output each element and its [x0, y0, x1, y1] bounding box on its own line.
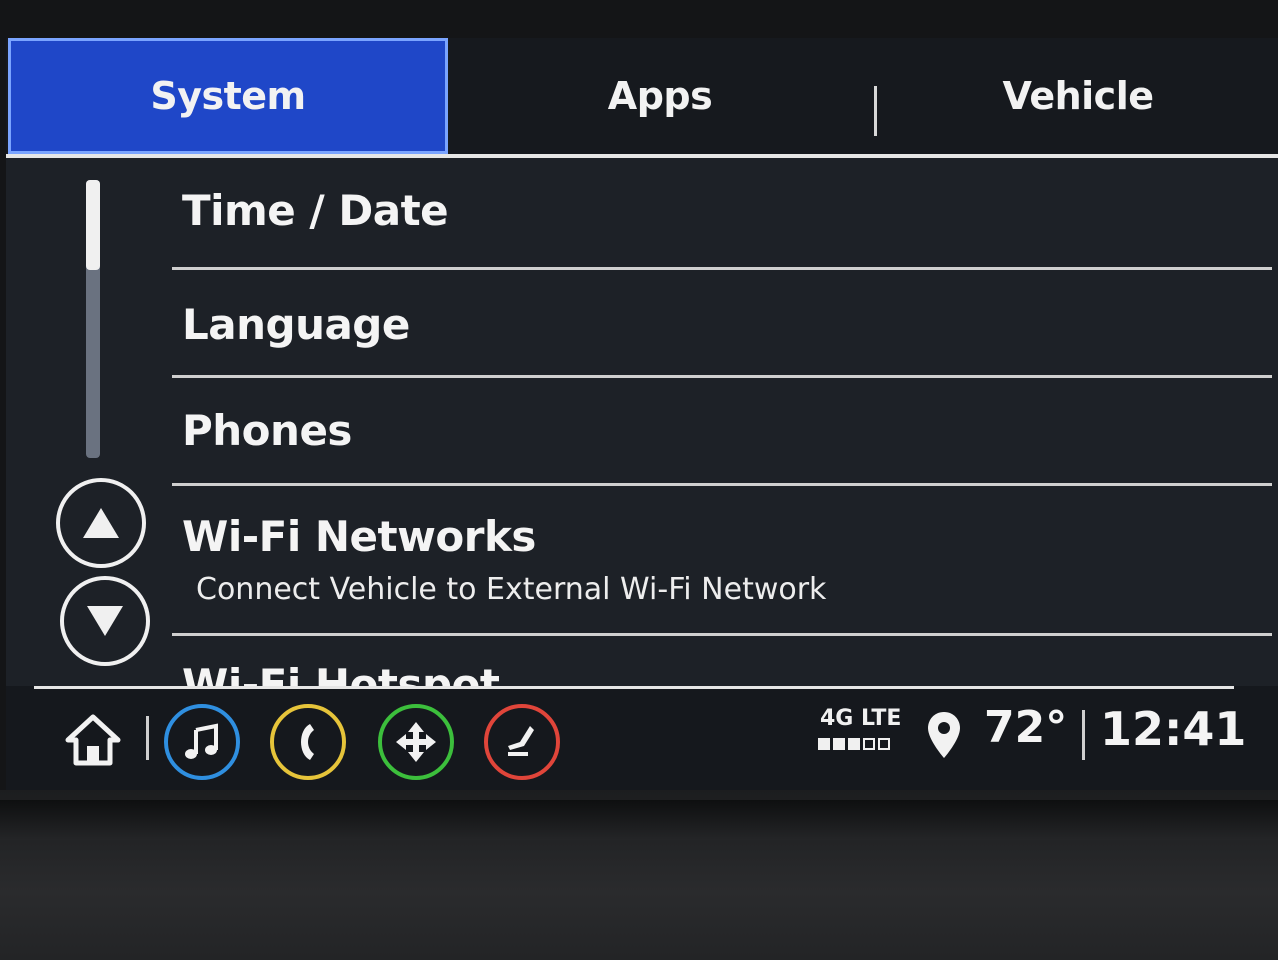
phone-icon	[301, 724, 314, 760]
list-item-phones[interactable]: Phones	[172, 378, 1272, 486]
navigation-button[interactable]	[378, 704, 454, 780]
navigation-icon	[396, 722, 436, 762]
phone-button[interactable]	[270, 704, 346, 780]
triangle-up-icon	[83, 508, 119, 538]
seat-icon	[508, 726, 534, 756]
settings-list[interactable]: Time / Date Language Phones Wi-Fi Networ…	[6, 158, 1278, 686]
tab-vehicle[interactable]: Vehicle	[878, 38, 1278, 154]
home-icon[interactable]	[64, 714, 122, 766]
bottom-bar-divider	[34, 686, 1234, 689]
clock[interactable]: 12:41	[1100, 702, 1246, 756]
tab-apps[interactable]: Apps	[448, 38, 872, 154]
list-item-title: Phones	[182, 406, 352, 455]
scrollbar-thumb[interactable]	[86, 180, 100, 270]
audio-button[interactable]	[164, 704, 240, 780]
list-item-title: Language	[182, 300, 410, 349]
status-separator	[1082, 710, 1085, 760]
infotainment-screen: System Apps Vehicle Time / Date Language…	[6, 38, 1278, 790]
triangle-down-icon	[87, 606, 123, 636]
list-item-time-date[interactable]: Time / Date	[172, 158, 1272, 270]
outside-temperature: 72°	[984, 702, 1068, 753]
list-item-title: Time / Date	[182, 186, 449, 235]
list-item-subtitle: Connect Vehicle to External Wi-Fi Networ…	[196, 572, 827, 607]
network-type: 4G LTE	[820, 706, 902, 731]
scroll-down-button[interactable]	[60, 576, 150, 666]
music-note-icon	[185, 723, 218, 759]
tab-system[interactable]: System	[8, 38, 448, 154]
signal-strength-icon	[818, 738, 890, 750]
tab-vehicle-label: Vehicle	[1002, 74, 1154, 118]
list-item-title: Wi-Fi Networks	[182, 512, 536, 561]
scroll-up-button[interactable]	[56, 478, 146, 568]
bottom-bar: 4G LTE 72° 12:41	[6, 686, 1278, 790]
list-item-wifi-hotspot[interactable]: Wi-Fi Hotspot	[172, 636, 1272, 686]
list-item-language[interactable]: Language	[172, 270, 1272, 378]
list-item-wifi-networks[interactable]: Wi-Fi Networks Connect Vehicle to Extern…	[172, 486, 1272, 636]
tab-bar: System Apps Vehicle	[6, 38, 1278, 158]
climate-seat-button[interactable]	[484, 704, 560, 780]
tab-separator	[874, 86, 877, 136]
bezel-lip	[0, 800, 1278, 840]
tab-apps-label: Apps	[607, 74, 713, 118]
home-separator	[146, 716, 149, 760]
list-item-title: Wi-Fi Hotspot	[182, 660, 500, 686]
tab-system-label: System	[150, 74, 306, 118]
location-pin-icon[interactable]	[926, 710, 962, 760]
